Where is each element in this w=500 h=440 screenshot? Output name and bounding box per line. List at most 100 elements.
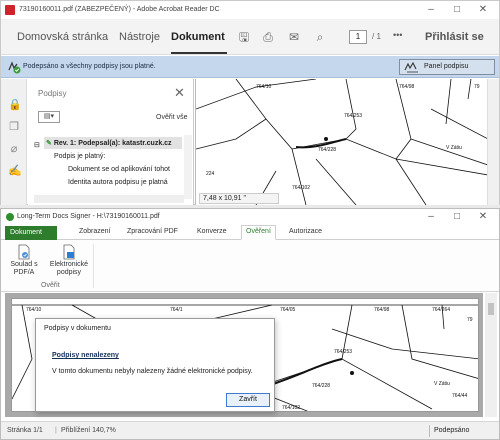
signature-ok-icon: ✎: [46, 140, 54, 147]
signatures-panel: Podpisy ✕ ▤▾ Ověřit vše ⊟ ✎ Rev. 1: Pode…: [28, 79, 194, 205]
signer-titlebar: Long-Term Docs Signer - H:\73190160011.p…: [1, 209, 499, 225]
cadastral-map: 764/10 764/98 764/253 764/228 764/102 V …: [196, 79, 487, 205]
signature-tree: ⊟ ✎ Rev. 1: Podepsal(a): katastr.cuzk.cz…: [34, 137, 182, 197]
attachment-icon[interactable]: ⌀: [8, 143, 20, 155]
signer-map-label-k: 764/44: [452, 393, 468, 399]
signatures-panel-title: Podpisy: [38, 89, 67, 98]
close-panel-icon[interactable]: ✕: [174, 85, 185, 101]
signature-panel-button[interactable]: Panel podpisu: [399, 59, 495, 75]
signer-window: Long-Term Docs Signer - H:\73190160011.p…: [0, 208, 500, 440]
panel-horizontal-scrollbar[interactable]: [34, 195, 184, 203]
status-bar: Stránka 1/1 | Přiblížení 140,7% Podepsán…: [1, 421, 499, 439]
close-icon[interactable]: ✕: [473, 4, 493, 16]
acrobat-vertical-scrollbar[interactable]: [487, 79, 499, 205]
ribbon-tabs: Dokument Zobrazení Zpracování PDF Konver…: [1, 225, 499, 240]
tree-collapse-icon[interactable]: ⊟: [34, 141, 40, 149]
signer-map-label-h: 764/1: [170, 307, 183, 313]
tree-item-revision[interactable]: ✎ Rev. 1: Podepsal(a): katastr.cuzk.cz: [44, 137, 182, 149]
acrobat-window-title: 73190160011.pdf (ZABEZPEČENÝ) - Adobe Ac…: [19, 6, 220, 13]
acrobat-app-icon: [5, 5, 15, 15]
minimize-icon[interactable]: –: [421, 4, 441, 16]
signer-map-label-i: 764/05: [280, 307, 296, 313]
tab-zobrazeni[interactable]: Zobrazení: [79, 228, 111, 235]
map-label-c: 764/253: [344, 113, 362, 119]
menu-tools[interactable]: Nástroje: [119, 31, 160, 43]
signin-button[interactable]: Přihlásit se: [425, 31, 484, 43]
signer-map-label-e: 764/102: [282, 405, 300, 411]
mail-icon[interactable]: ✉: [287, 31, 301, 43]
map-label-l: 79: [474, 84, 480, 90]
signer-window-title: Long-Term Docs Signer - H:\73190160011.p…: [17, 213, 160, 220]
search-icon[interactable]: ⌕: [313, 31, 327, 43]
map-label-e: 764/102: [292, 185, 310, 191]
page-number-input[interactable]: 1: [349, 30, 367, 44]
signer-map-label-a: 764/10: [26, 307, 42, 313]
signer-map-label-l: 79: [467, 317, 473, 323]
signature-panel-label: Panel podpisu: [424, 63, 469, 70]
signer-close-icon[interactable]: ✕: [473, 211, 493, 223]
menu-home[interactable]: Domovská stránka: [17, 31, 108, 43]
signature-status-text: Podepsáno a všechny podpisy jsou platné.: [23, 63, 156, 70]
ribbon-group-label: Ověřit: [41, 282, 60, 289]
acrobat-document-view[interactable]: 764/10 764/98 764/253 764/228 764/102 V …: [195, 79, 487, 205]
tree-item-identity[interactable]: Identita autora podpisu je platná: [68, 179, 168, 186]
active-menu-indicator: [171, 52, 227, 54]
signer-map-label-b: 764/98: [374, 307, 390, 313]
close-dialog-button[interactable]: Zavřít: [226, 393, 270, 407]
signer-map-label-j: 764/264: [432, 307, 450, 313]
ribbon: Soulad s PDF/A Elektronické podpisy Ověř…: [1, 240, 499, 292]
tab-dokument[interactable]: Dokument: [5, 226, 57, 240]
acrobat-menubar: Domovská stránka Nástroje Dokument 🖫 ⎙ ✉…: [1, 19, 499, 55]
verify-all-button[interactable]: Ověřit vše: [156, 114, 188, 121]
tree-item-revision-label: Rev. 1: Podepsal(a): katastr.cuzk.cz: [53, 140, 172, 147]
pdfa-check-icon: [18, 244, 30, 260]
pdfa-compliance-button[interactable]: Soulad s PDF/A: [9, 244, 39, 277]
acrobat-window: 73190160011.pdf (ZABEZPEČENÝ) - Adobe Ac…: [0, 0, 500, 205]
status-signed: Podepsáno: [429, 425, 487, 437]
signer-map-label-c: 764/253: [334, 349, 352, 355]
tree-item-valid[interactable]: Podpis je platný:: [54, 153, 105, 160]
electronic-signatures-button[interactable]: Elektronické podpisy: [47, 244, 91, 277]
signatures-dialog: Podpisy v dokumentu Podpisy nenalezeny V…: [35, 318, 275, 412]
acrobat-titlebar: 73190160011.pdf (ZABEZPEČENÝ) - Adobe Ac…: [1, 1, 499, 19]
page-total: / 1: [372, 32, 381, 41]
signature-valid-icon: [8, 61, 21, 74]
signature-document-icon: [63, 244, 75, 260]
lock-icon[interactable]: 🔒: [8, 99, 22, 111]
tab-zpracovani-pdf[interactable]: Zpracování PDF: [127, 228, 178, 235]
map-label-b: 764/98: [399, 84, 415, 90]
maximize-icon[interactable]: □: [447, 4, 467, 16]
ribbon-separator: [93, 244, 94, 288]
status-zoom: Přiblížení 140,7%: [61, 427, 116, 434]
more-options-button[interactable]: •••: [393, 30, 402, 40]
tab-overeni[interactable]: Ověření: [241, 225, 276, 240]
print-icon[interactable]: ⎙: [261, 31, 275, 43]
signer-vertical-scrollbar[interactable]: [485, 293, 497, 417]
status-page: Stránka 1/1: [7, 427, 43, 434]
pdfa-compliance-label: Soulad s PDF/A: [10, 261, 38, 276]
dialog-heading: Podpisy nenalezeny: [52, 352, 119, 359]
signature-pen-icon: [404, 61, 418, 73]
tree-item-unchanged[interactable]: Dokument se od aplikování tohot: [68, 166, 170, 173]
panel-vertical-scrollbar[interactable]: [184, 135, 192, 199]
map-label-g: 224: [206, 171, 215, 177]
signature-status-bar: Podepsáno a všechny podpisy jsou platné.…: [1, 56, 499, 78]
electronic-signatures-label: Elektronické podpisy: [49, 261, 89, 276]
status-divider: |: [55, 427, 57, 434]
pages-icon[interactable]: ❐: [8, 121, 20, 133]
signer-app-icon: [6, 213, 14, 221]
signer-minimize-icon[interactable]: –: [421, 211, 441, 223]
tab-autorizace[interactable]: Autorizace: [289, 228, 322, 235]
dialog-title: Podpisy v dokumentu: [44, 325, 111, 332]
signer-map-label-d: 764/228: [312, 383, 330, 389]
navigation-rail: 🔒 ❐ ⌀ ✍: [1, 79, 27, 205]
signer-maximize-icon[interactable]: □: [447, 211, 467, 223]
map-label-a: 764/10: [256, 84, 272, 90]
tab-konverze[interactable]: Konverze: [197, 228, 227, 235]
signatures-icon[interactable]: ✍: [8, 165, 22, 177]
menu-document[interactable]: Dokument: [171, 31, 225, 43]
map-label-d: 764/228: [318, 147, 336, 153]
scrollbar-thumb[interactable]: [488, 303, 494, 315]
options-dropdown[interactable]: ▤▾: [38, 111, 60, 123]
save-icon[interactable]: 🖫: [237, 31, 251, 43]
